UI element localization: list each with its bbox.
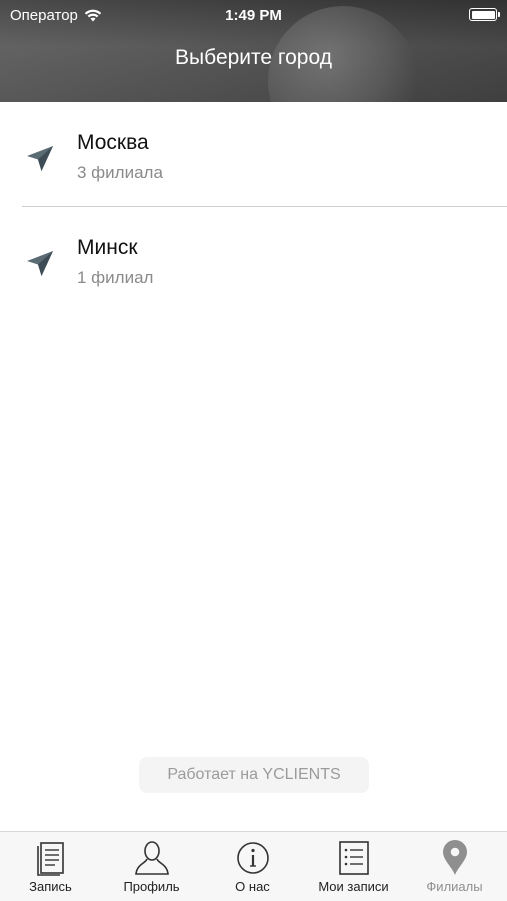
tab-branches[interactable]: Филиалы [404,832,505,901]
status-time: 1:49 PM [225,7,282,24]
powered-by-link[interactable]: Работает на YCLIENTS [139,757,369,793]
tab-booking[interactable]: Запись [0,832,101,901]
document-icon [36,842,64,876]
branch-count: 1 филиал [77,268,154,287]
page-title: Выберите город [175,46,332,69]
location-arrow-icon [27,251,53,276]
tab-label: Профиль [123,879,180,894]
tab-my-bookings[interactable]: Мои записи [303,832,404,901]
tab-label: Запись [29,879,72,894]
tab-bar: Запись Профиль О нас Мои записи Филиалы [0,831,507,901]
profile-icon [134,841,169,875]
city-item-minsk[interactable]: Минск 1 филиал [0,207,507,311]
battery-icon [469,8,500,21]
branch-count: 3 филиала [77,163,163,182]
tab-label: Мои записи [318,879,389,894]
tab-about[interactable]: О нас [202,832,303,901]
city-name: Москва [77,131,149,154]
list-icon [338,841,369,875]
status-bar: Оператор 1:49 PM [0,0,507,30]
city-item-moscow[interactable]: Москва 3 филиала [0,102,507,206]
tab-label: Филиалы [426,879,483,894]
location-arrow-icon [27,146,53,171]
info-icon [236,842,269,874]
header: Оператор 1:49 PM Выберите город [0,0,507,102]
tab-label: О нас [235,879,270,894]
map-pin-icon [442,840,467,875]
tab-profile[interactable]: Профиль [101,832,202,901]
city-name: Минск [77,236,138,259]
